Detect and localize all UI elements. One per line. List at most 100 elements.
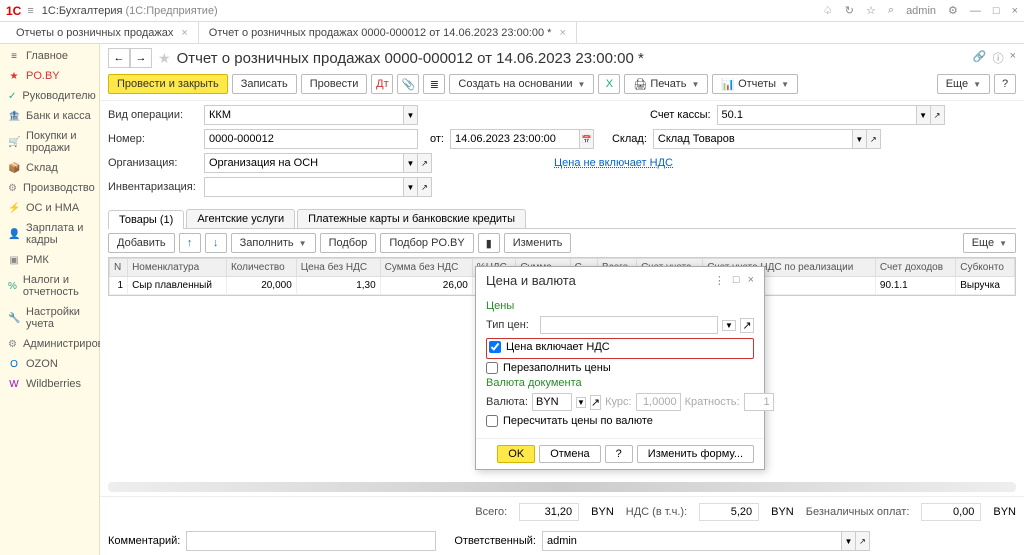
sidebar-item-warehouse[interactable]: 📦Склад	[0, 158, 99, 178]
search-icon[interactable]: ⌕	[888, 4, 894, 17]
bell-icon[interactable]: ♤	[823, 4, 833, 17]
tab-agent[interactable]: Агентские услуги	[186, 209, 295, 228]
nav-fwd-button[interactable]: →	[130, 48, 152, 68]
open-icon[interactable]: ↗	[740, 318, 754, 333]
calendar-icon[interactable]: 📅	[580, 129, 594, 149]
sidebar-item-rmk[interactable]: ▣РМК	[0, 250, 99, 270]
dt-kt-button[interactable]: Дт	[371, 74, 393, 94]
sidebar-item-wb[interactable]: WWildberries	[0, 374, 99, 394]
close-icon[interactable]: ×	[1012, 5, 1018, 17]
minimize-icon[interactable]: —	[970, 5, 981, 17]
cash-acc-input[interactable]	[717, 105, 917, 125]
sidebar-item-payroll[interactable]: 👤Зарплата и кадры	[0, 218, 99, 250]
warehouse-input[interactable]	[653, 129, 853, 149]
change-form-button[interactable]: Изменить форму...	[637, 445, 754, 463]
attach-button[interactable]: 📎	[397, 74, 419, 94]
recalc-checkbox[interactable]	[486, 415, 498, 427]
dropdown-icon[interactable]: ▼	[853, 129, 867, 149]
sidebar-item-settings[interactable]: 🔧Настройки учета	[0, 302, 99, 334]
dropdown-icon[interactable]: ▼	[842, 531, 856, 551]
user-label[interactable]: admin	[906, 5, 936, 17]
tab-report-list[interactable]: Отчеты о розничных продажах ×	[6, 22, 199, 43]
rate-input[interactable]	[636, 393, 681, 411]
open-icon[interactable]: ↗	[867, 129, 881, 149]
add-row-button[interactable]: Добавить	[108, 233, 175, 253]
dropdown-icon[interactable]: ▼	[722, 320, 736, 331]
cancel-button[interactable]: Отмена	[539, 445, 600, 463]
table-more-button[interactable]: Еще▼	[963, 233, 1016, 253]
org-input[interactable]	[204, 153, 404, 173]
dropdown-icon[interactable]: ▼	[404, 105, 418, 125]
sidebar-item-poby[interactable]: ★PO.BY	[0, 66, 99, 86]
print-button[interactable]: 🖨 Печать▼	[624, 74, 708, 94]
save-button[interactable]: Записать	[232, 74, 297, 94]
sidebar-item-admin[interactable]: ⚙Администрирование	[0, 334, 99, 354]
sidebar-item-assets[interactable]: ⚡ОС и НМА	[0, 198, 99, 218]
info-icon[interactable]: ⓘ	[993, 50, 1004, 66]
sidebar-item-taxes[interactable]: %Налоги и отчетность	[0, 270, 99, 302]
col-revacc[interactable]: Счет доходов	[875, 259, 955, 277]
sidebar-item-sales[interactable]: 🛒Покупки и продажи	[0, 126, 99, 158]
vat-settings-link[interactable]: Цена не включает НДС	[554, 157, 673, 169]
col-n[interactable]: N	[110, 259, 128, 277]
open-icon[interactable]: ↗	[418, 177, 432, 197]
responsible-input[interactable]	[542, 531, 842, 551]
dropdown-icon[interactable]: ▼	[576, 397, 586, 408]
history-icon[interactable]: ↻	[845, 4, 854, 17]
settings-icon[interactable]: ⚙	[948, 4, 958, 17]
create-based-button[interactable]: Создать на основании▼	[449, 74, 594, 94]
ok-button[interactable]: OK	[497, 445, 535, 463]
dropdown-icon[interactable]: ▼	[404, 153, 418, 173]
horizontal-scrollbar[interactable]	[108, 482, 1016, 492]
link-icon[interactable]: 🔗	[973, 50, 987, 66]
more-button[interactable]: Еще▼	[937, 74, 990, 94]
sidebar-item-production[interactable]: ⚙Производство	[0, 178, 99, 198]
sidebar-item-ozon[interactable]: OOZON	[0, 354, 99, 374]
col-sum[interactable]: Сумма без НДС	[380, 259, 472, 277]
dialog-close-icon[interactable]: ×	[748, 274, 754, 287]
barcode-button[interactable]: ▮	[478, 233, 500, 253]
help-button[interactable]: ?	[994, 74, 1016, 94]
post-button[interactable]: Провести	[301, 74, 368, 94]
col-nom[interactable]: Номенклатура	[128, 259, 227, 277]
tab-close-icon[interactable]: ×	[181, 27, 187, 39]
fill-button[interactable]: Заполнить▼	[231, 233, 316, 253]
nav-back-button[interactable]: ←	[108, 48, 130, 68]
op-type-input[interactable]	[204, 105, 404, 125]
col-qty[interactable]: Количество	[226, 259, 296, 277]
menu-icon[interactable]: ≡	[27, 5, 33, 17]
excel-button[interactable]: X	[598, 74, 620, 94]
open-icon[interactable]: ↗	[590, 395, 601, 410]
sidebar-item-main[interactable]: ≡Главное	[0, 46, 99, 66]
col-sub[interactable]: Субконто	[956, 259, 1015, 277]
post-close-button[interactable]: Провести и закрыть	[108, 74, 228, 94]
dropdown-icon[interactable]: ▼	[404, 177, 418, 197]
date-input[interactable]	[450, 129, 580, 149]
sidebar-item-manager[interactable]: ✓Руководителю	[0, 86, 99, 106]
price-type-input[interactable]	[540, 316, 718, 334]
help-button[interactable]: ?	[605, 445, 633, 463]
number-input[interactable]	[204, 129, 418, 149]
dialog-menu-icon[interactable]: ⋮	[714, 274, 725, 287]
open-icon[interactable]: ↗	[931, 105, 945, 125]
select-button[interactable]: Подбор	[320, 233, 377, 253]
currency-input[interactable]	[532, 393, 572, 411]
open-icon[interactable]: ↗	[856, 531, 870, 551]
refill-prices-checkbox[interactable]	[486, 362, 498, 374]
dialog-max-icon[interactable]: □	[733, 274, 740, 287]
inventory-input[interactable]	[204, 177, 404, 197]
open-icon[interactable]: ↗	[418, 153, 432, 173]
edit-button[interactable]: Изменить	[504, 233, 572, 253]
tab-goods[interactable]: Товары (1)	[108, 210, 184, 229]
reports-button[interactable]: 📊 Отчеты▼	[712, 74, 798, 94]
col-price[interactable]: Цена без НДС	[296, 259, 380, 277]
mult-input[interactable]	[744, 393, 774, 411]
favorite-icon[interactable]: ★	[158, 50, 171, 67]
dropdown-icon[interactable]: ▼	[917, 105, 931, 125]
select-poby-button[interactable]: Подбор PO.BY	[380, 233, 473, 253]
close-icon[interactable]: ×	[1010, 50, 1016, 66]
row-up-button[interactable]: ↑	[179, 233, 201, 253]
row-down-button[interactable]: ↓	[205, 233, 227, 253]
tab-cards[interactable]: Платежные карты и банковские кредиты	[297, 209, 526, 228]
star-icon[interactable]: ☆	[866, 4, 876, 17]
